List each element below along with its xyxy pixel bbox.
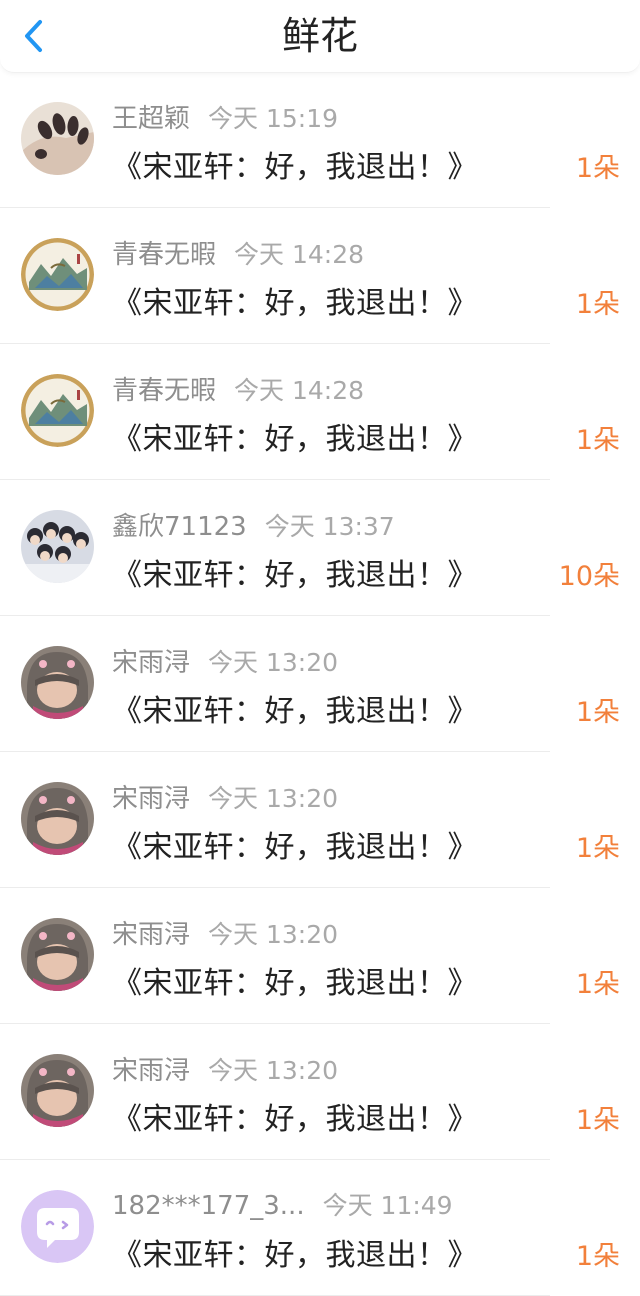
sender-meta: 青春无暇 今天 14:28 <box>112 370 365 406</box>
sender-name: 宋雨浔 <box>112 1056 191 1086</box>
sender-meta: 宋雨浔 今天 13:20 <box>112 914 339 950</box>
hooded-girl-avatar[interactable] <box>21 918 94 991</box>
list-item[interactable]: 青春无暇 今天 14:28 《宋亚轩：好，我退出！》 1朵 <box>0 344 640 480</box>
sender-meta: 182***177_3... 今天 11:49 <box>112 1186 453 1221</box>
sender-name: 青春无暇 <box>112 240 217 270</box>
message-title: 《宋亚轩：好，我退出！》 <box>112 558 478 593</box>
sender-name: 宋雨浔 <box>112 648 191 678</box>
flower-count: 1朵 <box>575 833 620 864</box>
list-item[interactable]: 宋雨浔 今天 13:20 《宋亚轩：好，我退出！》 1朵 <box>0 888 640 1024</box>
flower-count: 1朵 <box>575 425 620 456</box>
sent-time: 今天 14:28 <box>234 240 365 269</box>
hooded-girl-avatar[interactable] <box>21 782 94 855</box>
chat-bubble-avatar[interactable] <box>21 1190 94 1263</box>
sent-time: 今天 11:49 <box>322 1191 453 1220</box>
sent-time: 今天 13:20 <box>208 784 339 813</box>
message-title: 《宋亚轩：好，我退出！》 <box>112 966 478 1001</box>
sender-name: 鑫欣71123 <box>112 512 247 542</box>
sender-name: 青春无暇 <box>112 376 217 406</box>
top-bar: 鲜花 <box>0 0 640 73</box>
list-item[interactable]: 宋雨浔 今天 13:20 《宋亚轩：好，我退出！》 1朵 <box>0 752 640 888</box>
sender-meta: 王超颖 今天 15:19 <box>112 98 339 134</box>
sender-meta: 宋雨浔 今天 13:20 <box>112 778 339 814</box>
list-item[interactable]: 182***177_3... 今天 11:49 《宋亚轩：好，我退出！》 1朵 <box>0 1160 640 1296</box>
hooded-girl-avatar[interactable] <box>21 646 94 719</box>
message-title: 《宋亚轩：好，我退出！》 <box>112 830 478 865</box>
flower-count: 1朵 <box>575 697 620 728</box>
sender-meta: 青春无暇 今天 14:28 <box>112 234 365 270</box>
list-item[interactable]: 青春无暇 今天 14:28 《宋亚轩：好，我退出！》 1朵 <box>0 208 640 344</box>
sent-time: 今天 13:37 <box>264 512 395 541</box>
hand-nails-avatar[interactable] <box>21 102 94 175</box>
sender-name: 182***177_3... <box>112 1191 305 1221</box>
flower-count: 1朵 <box>575 969 620 1000</box>
flower-count: 1朵 <box>575 153 620 184</box>
landscape-painting-avatar[interactable] <box>21 238 94 311</box>
sent-time: 今天 14:28 <box>234 376 365 405</box>
sent-time: 今天 13:20 <box>208 648 339 677</box>
group-photo-avatar[interactable] <box>21 510 94 583</box>
sender-name: 宋雨浔 <box>112 920 191 950</box>
sent-time: 今天 13:20 <box>208 1056 339 1085</box>
list-item[interactable]: 宋雨浔 今天 13:20 《宋亚轩：好，我退出！》 1朵 <box>0 1024 640 1160</box>
sender-meta: 宋雨浔 今天 13:20 <box>112 1050 339 1086</box>
list-item[interactable]: 宋雨浔 今天 13:20 《宋亚轩：好，我退出！》 1朵 <box>0 616 640 752</box>
sender-name: 王超颖 <box>112 104 191 134</box>
flower-count: 10朵 <box>558 561 620 592</box>
list-item[interactable]: 王超颖 今天 15:19 《宋亚轩：好，我退出！》 1朵 <box>0 72 640 208</box>
flower-list: 王超颖 今天 15:19 《宋亚轩：好，我退出！》 1朵 青春无暇 今天 14:28… <box>0 72 640 1296</box>
sender-name: 宋雨浔 <box>112 784 191 814</box>
sender-meta: 宋雨浔 今天 13:20 <box>112 642 339 678</box>
message-title: 《宋亚轩：好，我退出！》 <box>112 694 478 729</box>
hooded-girl-avatar[interactable] <box>21 1054 94 1127</box>
message-title: 《宋亚轩：好，我退出！》 <box>112 1238 478 1273</box>
sent-time: 今天 15:19 <box>208 104 339 133</box>
page-title: 鲜花 <box>281 14 358 58</box>
flower-count: 1朵 <box>575 289 620 320</box>
message-title: 《宋亚轩：好，我退出！》 <box>112 1102 478 1137</box>
flower-count: 1朵 <box>575 1241 620 1272</box>
landscape-painting-avatar[interactable] <box>21 374 94 447</box>
list-item[interactable]: 鑫欣71123 今天 13:37 《宋亚轩：好，我退出！》 10朵 <box>0 480 640 616</box>
flower-count: 1朵 <box>575 1105 620 1136</box>
message-title: 《宋亚轩：好，我退出！》 <box>112 286 478 321</box>
sender-meta: 鑫欣71123 今天 13:37 <box>112 506 395 542</box>
message-title: 《宋亚轩：好，我退出！》 <box>112 422 478 457</box>
message-title: 《宋亚轩：好，我退出！》 <box>112 150 478 185</box>
sent-time: 今天 13:20 <box>208 920 339 949</box>
